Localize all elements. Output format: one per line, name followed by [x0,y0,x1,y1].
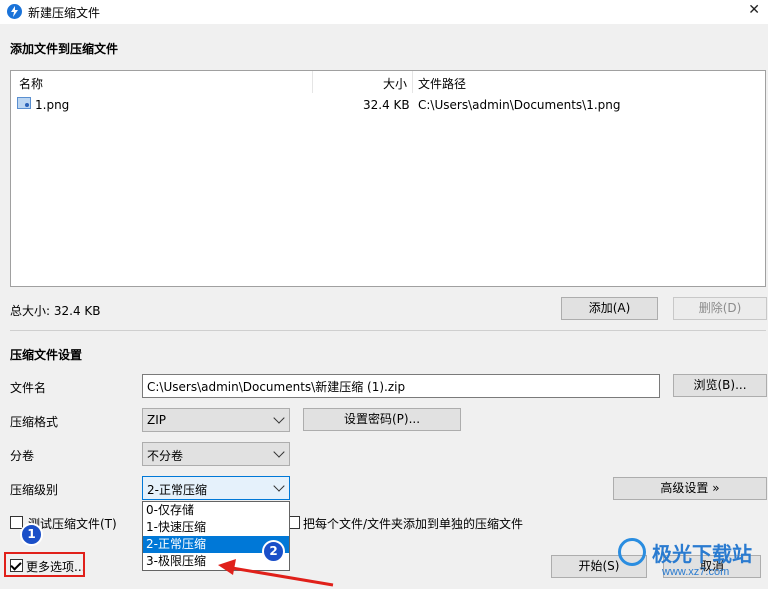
watermark-text: 极光下载站 [652,542,752,566]
watermark-logo-icon [618,538,646,566]
watermark-url: www.xz7.com [662,566,730,578]
watermark: 极光下载站 www.xz7.com [618,536,768,586]
annotation-arrow-icon [218,559,334,587]
